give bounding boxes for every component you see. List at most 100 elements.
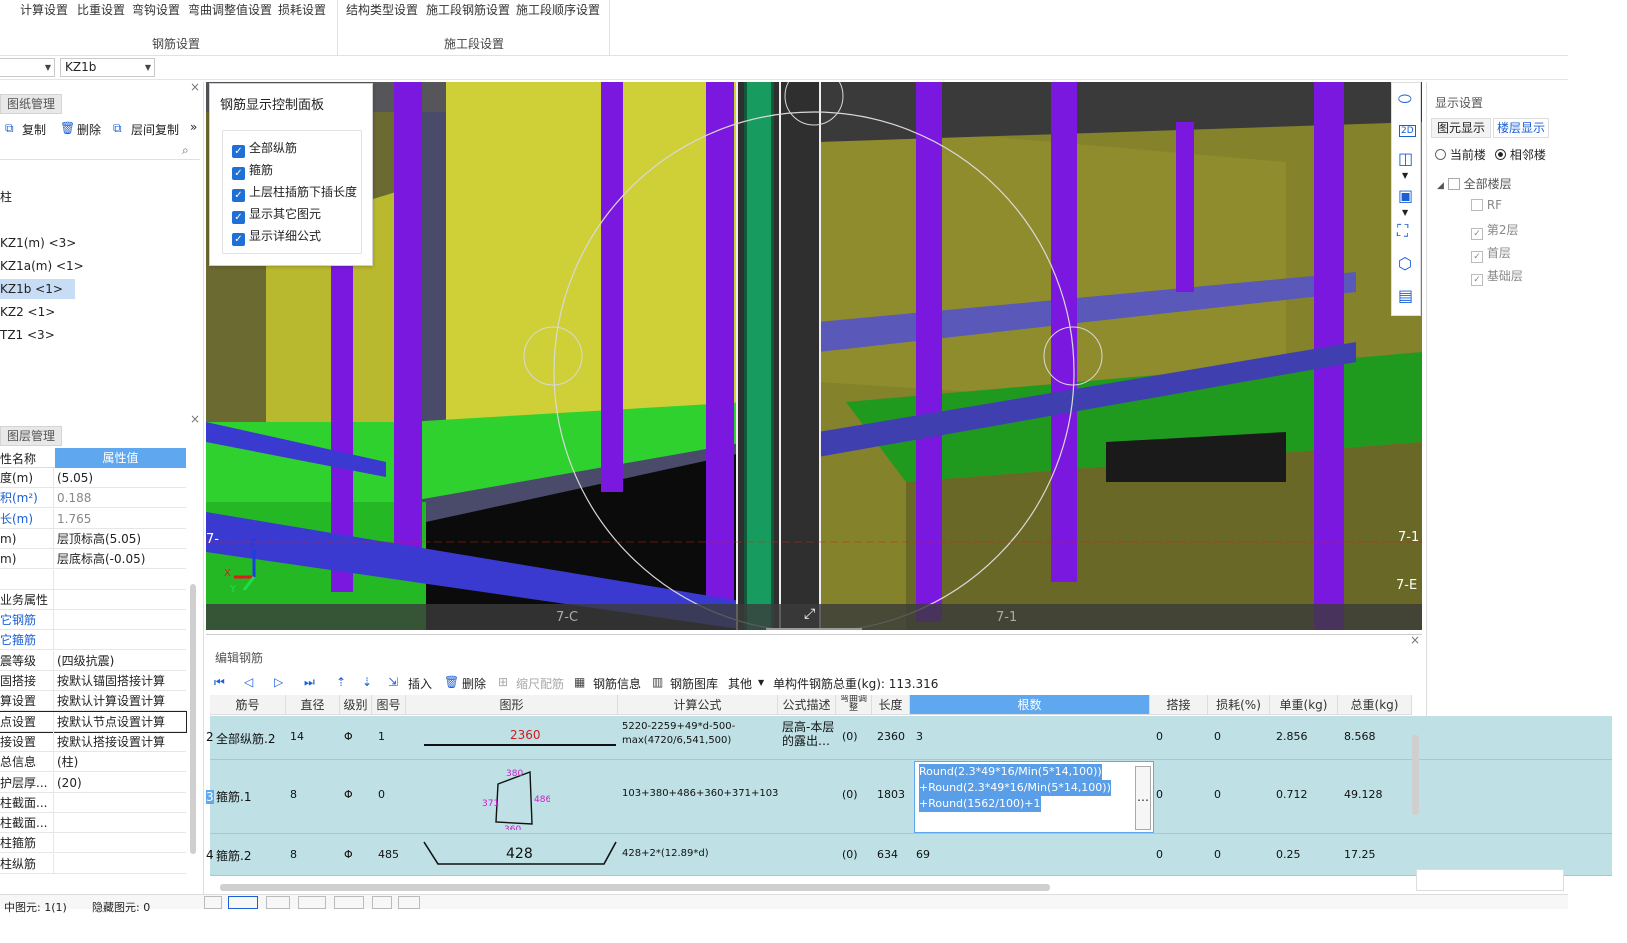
floor-tree-root[interactable]: ◢ 全部楼层 xyxy=(1437,175,1512,192)
2d-view-icon[interactable]: 2D xyxy=(1399,125,1416,137)
property-row[interactable]: 柱箍筋 xyxy=(0,833,186,854)
radio-adjacent-floor[interactable]: 相邻楼 xyxy=(1495,146,1546,163)
tree-item-kz1am[interactable]: KZ1a(m) <1> xyxy=(0,256,84,276)
cell-bend[interactable]: (0) xyxy=(842,788,858,801)
cell-diameter[interactable]: 8 xyxy=(290,788,297,801)
property-value[interactable]: (柱) xyxy=(57,752,185,772)
count-edit-field[interactable]: Round(2.3*49*16/Min(5*14,100)) +Round(2.… xyxy=(914,761,1154,833)
table-row[interactable]: 3 箍筋.1 8 Φ 0 380 486 360 371 103+380+486… xyxy=(206,760,1612,834)
property-row[interactable] xyxy=(0,569,186,590)
table-vertical-scrollbar[interactable] xyxy=(1412,735,1419,815)
solid-box-icon[interactable]: ▣ xyxy=(1398,186,1413,205)
radio-current-floor[interactable]: 当前楼 xyxy=(1435,146,1486,163)
checkbox-checked-icon[interactable]: ✓ xyxy=(1471,228,1483,240)
property-value[interactable]: 层顶标高(5.05) xyxy=(57,529,185,549)
cell-lap[interactable]: 0 xyxy=(1156,848,1163,861)
resize-icon[interactable]: ⤢ xyxy=(804,606,815,622)
property-scrollbar[interactable] xyxy=(190,584,196,854)
property-value[interactable]: 按默认锚固搭接计算 xyxy=(57,671,185,691)
property-row[interactable]: 护层厚... (20) xyxy=(0,772,186,793)
property-value[interactable]: (5.05) xyxy=(57,468,185,488)
cell-bend[interactable]: (0) xyxy=(842,730,858,743)
cell-length[interactable]: 634 xyxy=(877,848,898,861)
structure-type-button[interactable]: 结构类型设置 xyxy=(346,1,418,18)
property-row[interactable]: 柱纵筋 xyxy=(0,853,186,874)
cell-bend[interactable]: (0) xyxy=(842,848,858,861)
rotate-view-icon[interactable]: ⬭ xyxy=(1398,89,1412,109)
prev-icon[interactable]: ◁ xyxy=(244,675,253,689)
chevron-down-icon[interactable]: ▼ xyxy=(758,678,764,687)
cell-diameter[interactable]: 14 xyxy=(290,730,304,743)
save-tool-icon[interactable] xyxy=(372,896,392,909)
cell-grade[interactable]: Φ xyxy=(344,788,353,801)
checkbox-checked-icon[interactable]: ✓ xyxy=(232,189,245,202)
more-icon[interactable]: » xyxy=(190,120,197,134)
search-input[interactable]: ⌕ xyxy=(0,142,200,160)
layer-panel-tab[interactable]: 图层管理 xyxy=(0,426,62,446)
chevron-down-icon[interactable]: ▼ xyxy=(1402,171,1408,180)
close-icon[interactable]: × xyxy=(1410,633,1420,647)
tab-floor-display[interactable]: 楼层显示 xyxy=(1493,118,1549,138)
property-value[interactable] xyxy=(57,813,185,833)
cell-fig-no[interactable]: 0 xyxy=(378,788,385,801)
tree-item-tz1[interactable]: TZ1 <3> xyxy=(0,325,55,345)
property-row[interactable]: 柱截面... xyxy=(0,792,186,813)
cell-bar-no[interactable]: 全部纵筋.2 xyxy=(216,730,275,747)
cell-formula[interactable]: 5220-2259+49*d-500-max(4720/6,541,500) xyxy=(622,720,780,748)
delete-button[interactable]: 删除 xyxy=(77,121,101,138)
calc-settings-button[interactable]: 计算设置 xyxy=(20,1,68,18)
floor-rf[interactable]: RF xyxy=(1471,198,1502,212)
radio-empty-icon[interactable] xyxy=(1435,149,1446,160)
cell-bar-no[interactable]: 箍筋.1 xyxy=(216,788,251,805)
checkbox-empty-icon[interactable] xyxy=(1471,199,1483,211)
rebar-library-button[interactable]: 钢筋图库 xyxy=(670,675,718,692)
property-value[interactable]: 层底标高(-0.05) xyxy=(57,549,185,569)
floor-copy-button[interactable]: 层间复制 xyxy=(131,121,179,138)
property-row[interactable]: 积(m²) 0.188 xyxy=(0,488,186,509)
close-icon[interactable]: × xyxy=(190,412,200,426)
scale-rebar-button[interactable]: 缩尺配筋 xyxy=(516,675,564,692)
cell-formula[interactable]: 103+380+486+360+371+103 xyxy=(622,788,778,799)
property-value[interactable] xyxy=(57,630,185,650)
box-select-icon[interactable] xyxy=(228,896,258,909)
cell-loss[interactable]: 0 xyxy=(1214,730,1221,743)
floor-first[interactable]: ✓ 首层 xyxy=(1471,244,1511,263)
table-row[interactable]: 4 箍筋.2 8 Φ 485 428 428+2*(12.89*d) (0) 6… xyxy=(206,834,1612,876)
cell-fig-no[interactable]: 1 xyxy=(378,730,385,743)
cell-diameter[interactable]: 8 xyxy=(290,848,297,861)
checkbox-checked-icon[interactable]: ✓ xyxy=(232,233,245,246)
tree-item-kz1b[interactable]: KZ1b <1> xyxy=(0,279,75,299)
ime-toolbar[interactable] xyxy=(1416,869,1564,891)
property-row[interactable]: 度(m) (5.05) xyxy=(0,468,186,488)
stage-order-button[interactable]: 施工段顺序设置 xyxy=(516,1,600,18)
table-horizontal-scrollbar[interactable] xyxy=(220,884,1050,891)
arc-tool-icon[interactable] xyxy=(398,896,420,909)
property-row[interactable]: 固搭接 按默认锚固搭接计算 xyxy=(0,671,186,691)
property-value[interactable] xyxy=(57,793,185,813)
property-row[interactable]: m) 层顶标高(5.05) xyxy=(0,528,186,549)
property-value[interactable]: (20) xyxy=(57,773,185,793)
category-dropdown[interactable]: ▼ xyxy=(0,58,55,77)
property-row[interactable]: 业务属性 xyxy=(0,589,186,610)
move-down-icon[interactable]: ⇣ xyxy=(362,675,372,689)
option-show-other[interactable]: ✓ 显示其它图元 xyxy=(232,205,321,224)
property-row[interactable]: 算设置 按默认计算设置计算 xyxy=(0,691,186,712)
property-row[interactable]: 长(m) 1.765 xyxy=(0,508,186,529)
loss-settings-button[interactable]: 损耗设置 xyxy=(278,1,326,18)
property-row[interactable]: 它钢筋 xyxy=(0,610,186,631)
report-view-icon[interactable]: ▤ xyxy=(1398,286,1413,305)
cell-grade[interactable]: Φ xyxy=(344,848,353,861)
next-icon[interactable]: ▷ xyxy=(274,675,283,689)
property-value[interactable] xyxy=(57,590,185,610)
3d-viewport[interactable]: 7- 7-1 7-E 7-C 7-1 Z Y X ⤢ xyxy=(206,82,1422,630)
cell-grade[interactable]: Φ xyxy=(344,730,353,743)
property-value[interactable]: 按默认节点设置计算 xyxy=(57,712,185,732)
fit-view-icon[interactable]: ⛶ xyxy=(1397,221,1408,241)
checkbox-checked-icon[interactable]: ✓ xyxy=(232,211,245,224)
select-tool-icon[interactable] xyxy=(204,896,222,909)
delete-row-button[interactable]: 删除 xyxy=(462,675,486,692)
cell-count[interactable]: 69 xyxy=(916,848,930,861)
cell-lap[interactable]: 0 xyxy=(1156,788,1163,801)
property-value[interactable] xyxy=(57,610,185,630)
hook-settings-button[interactable]: 弯钩设置 xyxy=(132,1,180,18)
